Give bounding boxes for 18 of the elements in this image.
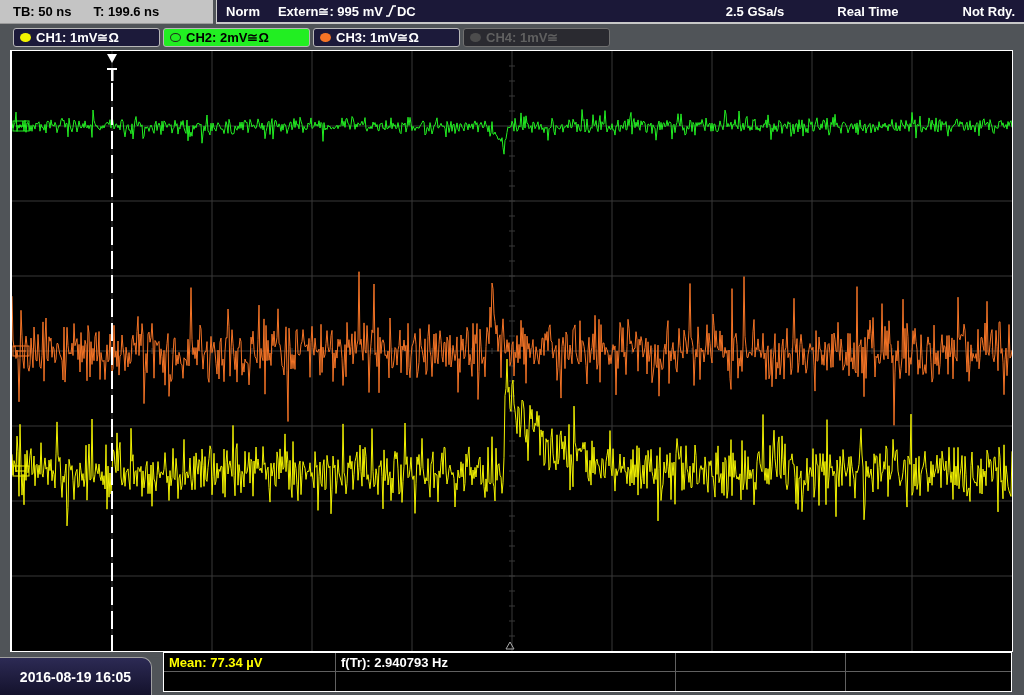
- trigger-marker-icon[interactable]: [107, 54, 117, 81]
- timebase-readout: T: 199.6 ns: [93, 4, 160, 19]
- timebase-readout: TB: 50 ns: [13, 4, 72, 19]
- channel-tab[interactable]: CH1: 1mV≅Ω: [13, 28, 160, 47]
- channel-tab[interactable]: CH2: 2mV≅Ω: [163, 28, 310, 47]
- trigger-coupling: DC: [396, 3, 416, 19]
- date-time: 2016-08-19 16:05: [0, 657, 152, 695]
- measurement-readout: Mean: 77.34 µV: [169, 654, 263, 670]
- acquisition-mode: Real Time: [837, 3, 899, 19]
- trigger-source: Extern≅: 995 mV: [277, 3, 383, 19]
- measurement-readout: f(Tr): 2.940793 Hz: [341, 654, 448, 670]
- channel-tab[interactable]: CH3: 1mV≅Ω: [313, 28, 460, 47]
- acquisition-status: Not Rdy.: [962, 3, 1015, 19]
- channel-level-marker-icon[interactable]: [12, 345, 30, 357]
- center-marker-icon: [505, 641, 515, 650]
- channel-level-marker-icon[interactable]: [12, 120, 30, 132]
- trigger-mode: Norm: [226, 3, 260, 19]
- sample-rate: 2.5 GSa/s: [725, 3, 785, 19]
